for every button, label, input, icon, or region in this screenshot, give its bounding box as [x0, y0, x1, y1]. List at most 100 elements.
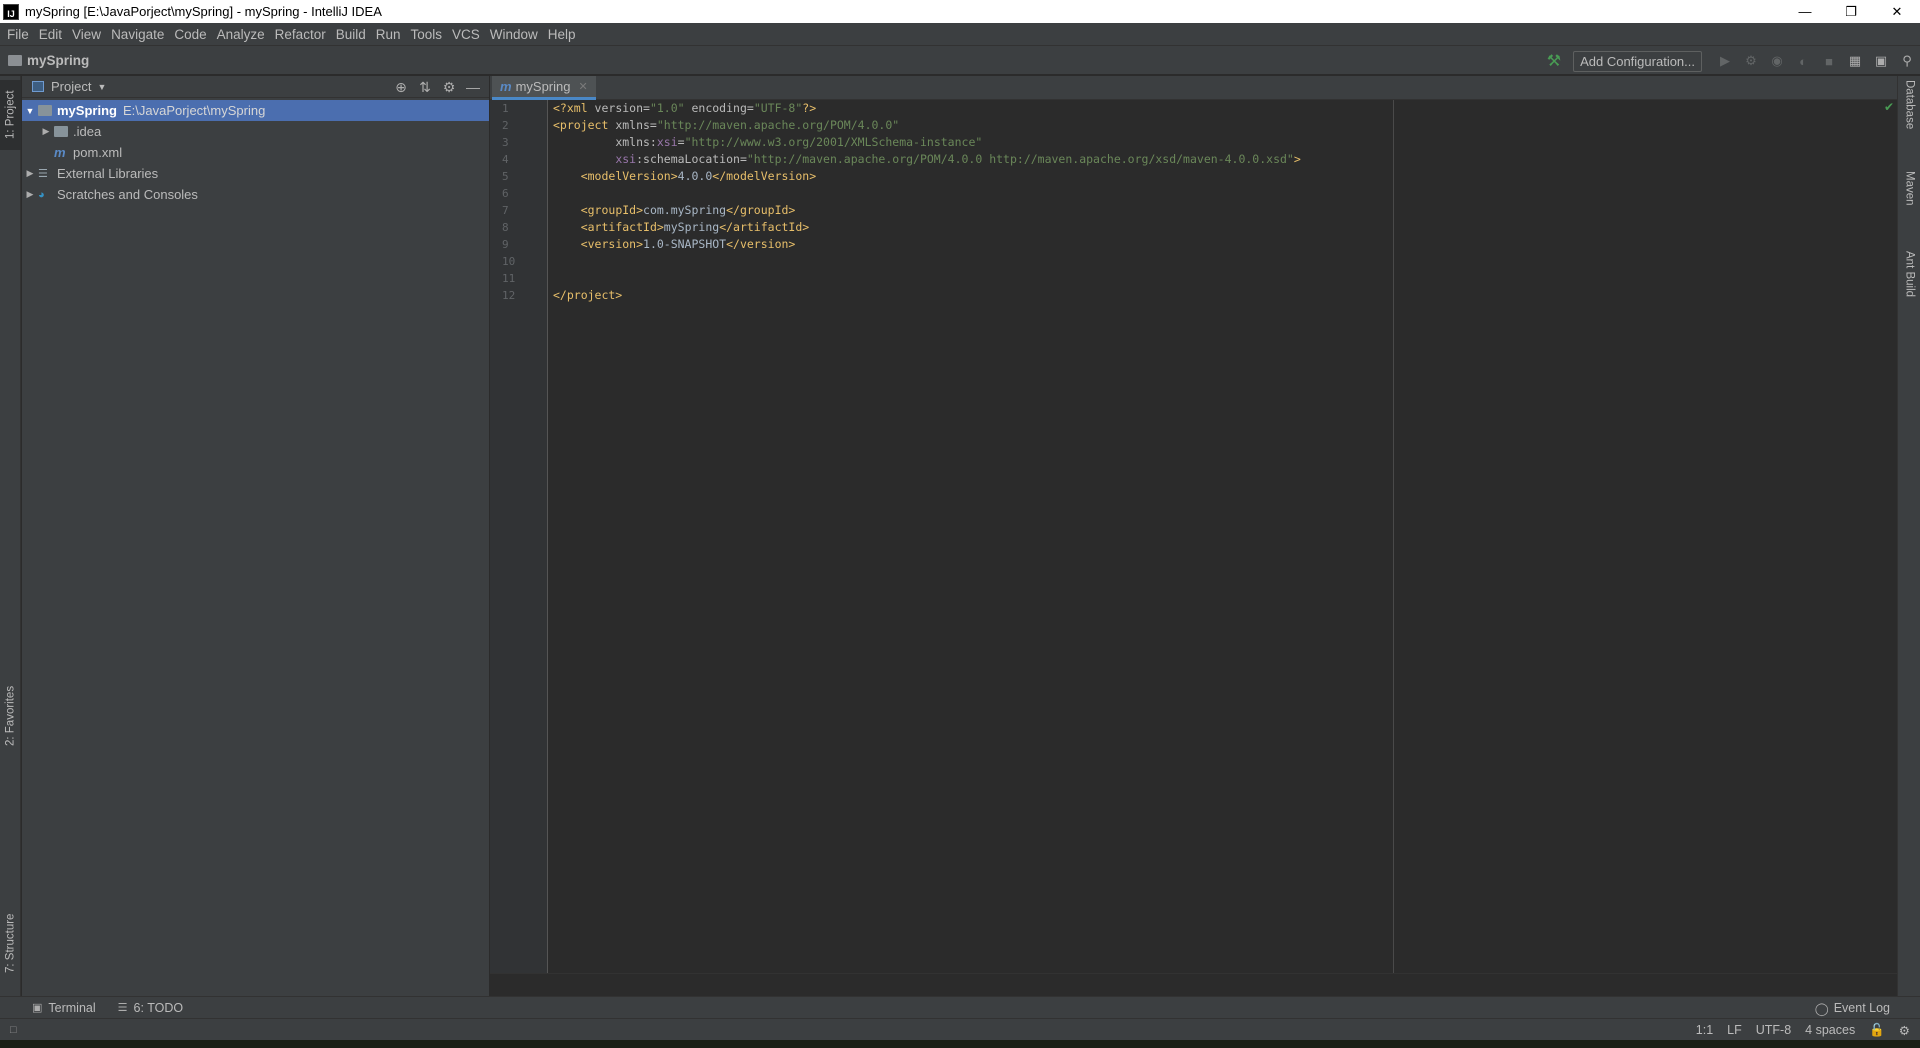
tab-project[interactable]: 1: Project — [0, 80, 21, 150]
menu-vcs[interactable]: VCS — [447, 27, 485, 42]
code-line: xmlns:xsi="http://www.w3.org/2001/XMLSch… — [548, 134, 1897, 151]
expand-arrow-icon[interactable]: ▼ — [22, 106, 38, 116]
intellij-logo-icon: IJ — [3, 3, 19, 20]
menu-analyze[interactable]: Analyze — [212, 27, 270, 42]
code-line: <modelVersion>4.0.0</modelVersion> — [548, 168, 1897, 185]
expand-arrow-icon[interactable]: ▶ — [22, 189, 38, 200]
tab-ant-build[interactable]: Ant Build — [1898, 251, 1920, 326]
tab-favorites[interactable]: 2: Favorites — [0, 676, 21, 756]
lock-icon[interactable]: 🔓 — [1869, 1023, 1885, 1038]
attr-name: = — [677, 135, 685, 149]
tree-item-myspring[interactable]: ▼ mySpring E:\JavaPorject\mySpring — [22, 100, 489, 121]
menu-code[interactable]: Code — [169, 27, 211, 42]
namespace: xsi — [615, 152, 637, 166]
right-tool-stripe: Database Maven Ant Build — [1897, 76, 1920, 996]
editor-breadcrumbs — [490, 973, 1897, 996]
restore-button[interactable]: ❐ — [1828, 0, 1874, 23]
tree-item-scratches[interactable]: ▶ ◕ Scratches and Consoles — [22, 184, 489, 205]
caret-position[interactable]: 1:1 — [1696, 1023, 1713, 1037]
window-title: mySpring [E:\JavaPorject\mySpring] - myS… — [25, 4, 382, 19]
collapse-all-icon[interactable]: ⇅ — [413, 79, 437, 96]
bottom-tool-stripe: ▣ Terminal ☰ 6: TODO ◯ Event Log — [0, 996, 1920, 1018]
tree-item-external-libraries[interactable]: ▶ ☰ External Libraries — [22, 163, 489, 184]
inspection-ok-icon[interactable]: ✔ — [1884, 100, 1894, 114]
menu-view[interactable]: View — [67, 27, 106, 42]
event-log-button[interactable]: ◯ Event Log — [1815, 997, 1890, 1019]
tag-close: > — [1293, 152, 1301, 166]
close-tab-icon[interactable]: ✕ — [578, 80, 587, 93]
attr-name: encoding= — [684, 101, 754, 115]
menu-file[interactable]: File — [2, 27, 34, 42]
tab-ant-build-label: Ant Build — [1903, 251, 1916, 298]
close-button[interactable]: ✕ — [1874, 0, 1920, 23]
project-structure-icon[interactable]: ▦ — [1842, 53, 1868, 69]
search-icon[interactable]: ⚲ — [1894, 53, 1920, 69]
line-number: 7 — [502, 204, 509, 217]
right-margin-guide — [1393, 100, 1394, 973]
code-line: <project xmlns="http://maven.apache.org/… — [548, 117, 1897, 134]
project-panel-tools: ⊕ ⇅ ⚙ — — [389, 76, 485, 98]
line-number: 9 — [502, 238, 509, 251]
menu-build[interactable]: Build — [331, 27, 371, 42]
menu-edit[interactable]: Edit — [34, 27, 67, 42]
add-configuration-button[interactable]: Add Configuration... — [1573, 50, 1702, 72]
minimize-button[interactable]: — — [1782, 0, 1828, 23]
expand-arrow-icon[interactable]: ▶ — [38, 126, 54, 137]
menu-run[interactable]: Run — [371, 27, 406, 42]
frame-icon[interactable]: ▣ — [1868, 53, 1894, 69]
code-editor[interactable]: <?xml version="1.0" encoding="UTF-8"?> <… — [548, 100, 1897, 973]
stop-icon[interactable]: ■ — [1816, 54, 1842, 69]
left-tool-stripe: 1: Project 2: Favorites 7: Structure — [0, 76, 21, 996]
navigation-bar: mySpring ⚒ Add Configuration... ▶ ⚙ ◉ ◐ … — [0, 45, 1920, 75]
line-number: 10 — [502, 255, 516, 268]
expand-arrow-icon[interactable]: ▶ — [22, 168, 38, 179]
line-separator[interactable]: LF — [1727, 1023, 1742, 1037]
indent-setting[interactable]: 4 spaces — [1805, 1023, 1855, 1037]
breadcrumb-project[interactable]: mySpring — [8, 53, 89, 68]
title-bar: IJ mySpring [E:\JavaPorject\mySpring] - … — [0, 0, 1920, 23]
terminal-icon: ▣ — [32, 1002, 43, 1014]
attr-name: version= — [594, 101, 650, 115]
menu-refactor[interactable]: Refactor — [270, 27, 331, 42]
tree-item-idea[interactable]: ▶ .idea — [22, 121, 489, 142]
gear-icon[interactable]: ⚙ — [437, 79, 461, 96]
menu-help[interactable]: Help — [543, 27, 581, 42]
menu-navigate[interactable]: Navigate — [106, 27, 169, 42]
todo-button[interactable]: ☰ 6: TODO — [118, 1001, 183, 1015]
tab-database[interactable]: Database — [1898, 80, 1920, 155]
editor-tab-pom[interactable]: m mySpring ✕ — [492, 76, 596, 100]
profile-icon[interactable]: ◐ — [1790, 54, 1816, 69]
menu-window[interactable]: Window — [485, 27, 543, 42]
editor-gutter: 1 2 3 4 5 6 7 8 9 10 11 12 — [490, 100, 548, 973]
project-tree: ▼ mySpring E:\JavaPorject\mySpring ▶ .id… — [22, 100, 489, 205]
menu-bar: File Edit View Navigate Code Analyze Ref… — [0, 23, 1920, 45]
coverage-icon[interactable]: ◉ — [1764, 53, 1790, 69]
tag: </artifactId> — [719, 220, 810, 234]
terminal-button[interactable]: ▣ Terminal — [32, 1001, 96, 1015]
hammer-icon[interactable]: ⚒ — [1547, 51, 1561, 71]
tag-text: 1.0-SNAPSHOT — [643, 237, 727, 251]
menu-tools[interactable]: Tools — [406, 27, 448, 42]
inspector-icon[interactable]: ⚙ — [1899, 1023, 1910, 1038]
tab-database-label: Database — [1903, 80, 1916, 130]
project-view-selector[interactable]: Project ▼ — [32, 79, 106, 94]
tag: <modelVersion> — [580, 169, 678, 183]
line-number: 12 — [502, 289, 516, 302]
run-icon[interactable]: ▶ — [1712, 53, 1738, 69]
file-encoding[interactable]: UTF-8 — [1756, 1023, 1791, 1037]
tag: <version> — [580, 237, 644, 251]
tree-item-pom[interactable]: m pom.xml — [22, 142, 489, 163]
tab-maven[interactable]: Maven — [1898, 171, 1920, 231]
code-line: xsi:schemaLocation="http://maven.apache.… — [548, 151, 1897, 168]
event-log-label: Event Log — [1833, 1001, 1890, 1015]
tree-item-label: .idea — [73, 124, 102, 139]
tab-structure[interactable]: 7: Structure — [0, 901, 21, 986]
hide-icon[interactable]: — — [461, 79, 485, 95]
line-number: 8 — [502, 221, 509, 234]
xml-declaration-end: ?> — [802, 101, 817, 115]
tool-windows-toggle-icon[interactable]: □ — [10, 1024, 17, 1036]
debug-icon[interactable]: ⚙ — [1738, 53, 1764, 69]
status-widgets: 1:1 LF UTF-8 4 spaces 🔓 ⚙ — [1682, 1019, 1910, 1041]
locate-icon[interactable]: ⊕ — [389, 79, 413, 96]
